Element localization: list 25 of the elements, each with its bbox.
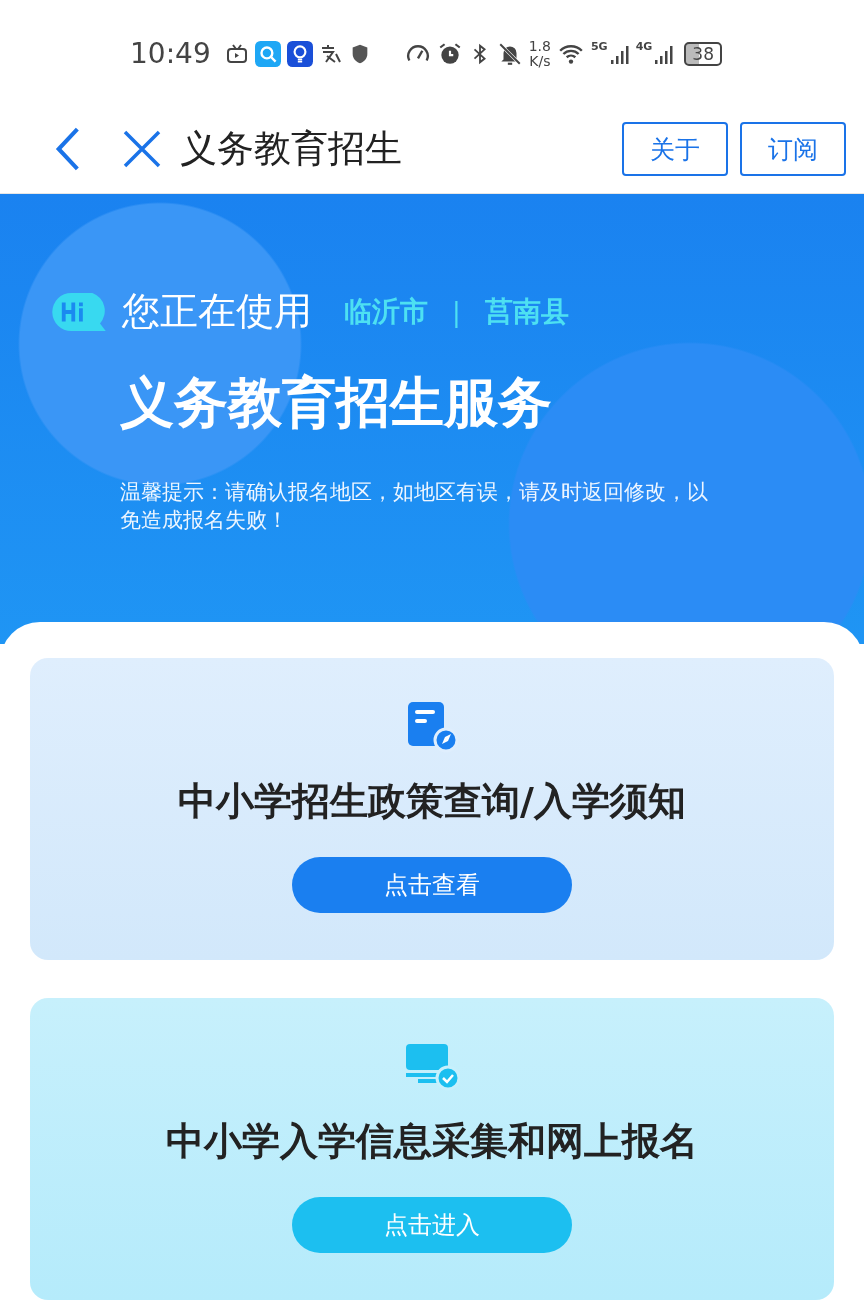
battery-level: 38	[684, 41, 722, 66]
network-label: 5G	[590, 40, 608, 53]
card-button[interactable]: 点击查看	[292, 857, 572, 913]
search-app-icon	[254, 40, 281, 67]
lightbulb-icon	[286, 40, 313, 67]
speed-value: 1.8	[528, 38, 551, 54]
bell-muted-icon	[496, 40, 523, 67]
header-button[interactable]: 关于	[622, 122, 728, 176]
header-button[interactable]: 订阅	[740, 122, 846, 176]
network-label: 4G	[635, 40, 653, 53]
back-icon[interactable]	[54, 125, 82, 173]
card-title: 中小学招生政策查询/入学须知	[178, 778, 686, 825]
using-label: 您正在使用	[122, 288, 312, 335]
hi-chat-icon	[50, 290, 108, 333]
service-title: 义务教育招生服务	[120, 370, 553, 436]
separator: |	[452, 296, 461, 327]
notice-text: 温馨提示：请确认报名地区，如地区有误，请及时返回修改，以免造成报名失败！	[120, 479, 709, 534]
speed-unit: K/s	[529, 53, 551, 69]
status-time: 10:49	[130, 37, 211, 70]
county-label[interactable]: 莒南县	[484, 292, 569, 331]
card-button[interactable]: 点击进入	[292, 1197, 572, 1253]
page-title: 义务教育招生	[180, 126, 402, 172]
city-label[interactable]: 临沂市	[344, 292, 428, 331]
card-title: 中小学入学信息采集和网上报名	[166, 1118, 698, 1165]
close-icon[interactable]	[122, 129, 162, 169]
